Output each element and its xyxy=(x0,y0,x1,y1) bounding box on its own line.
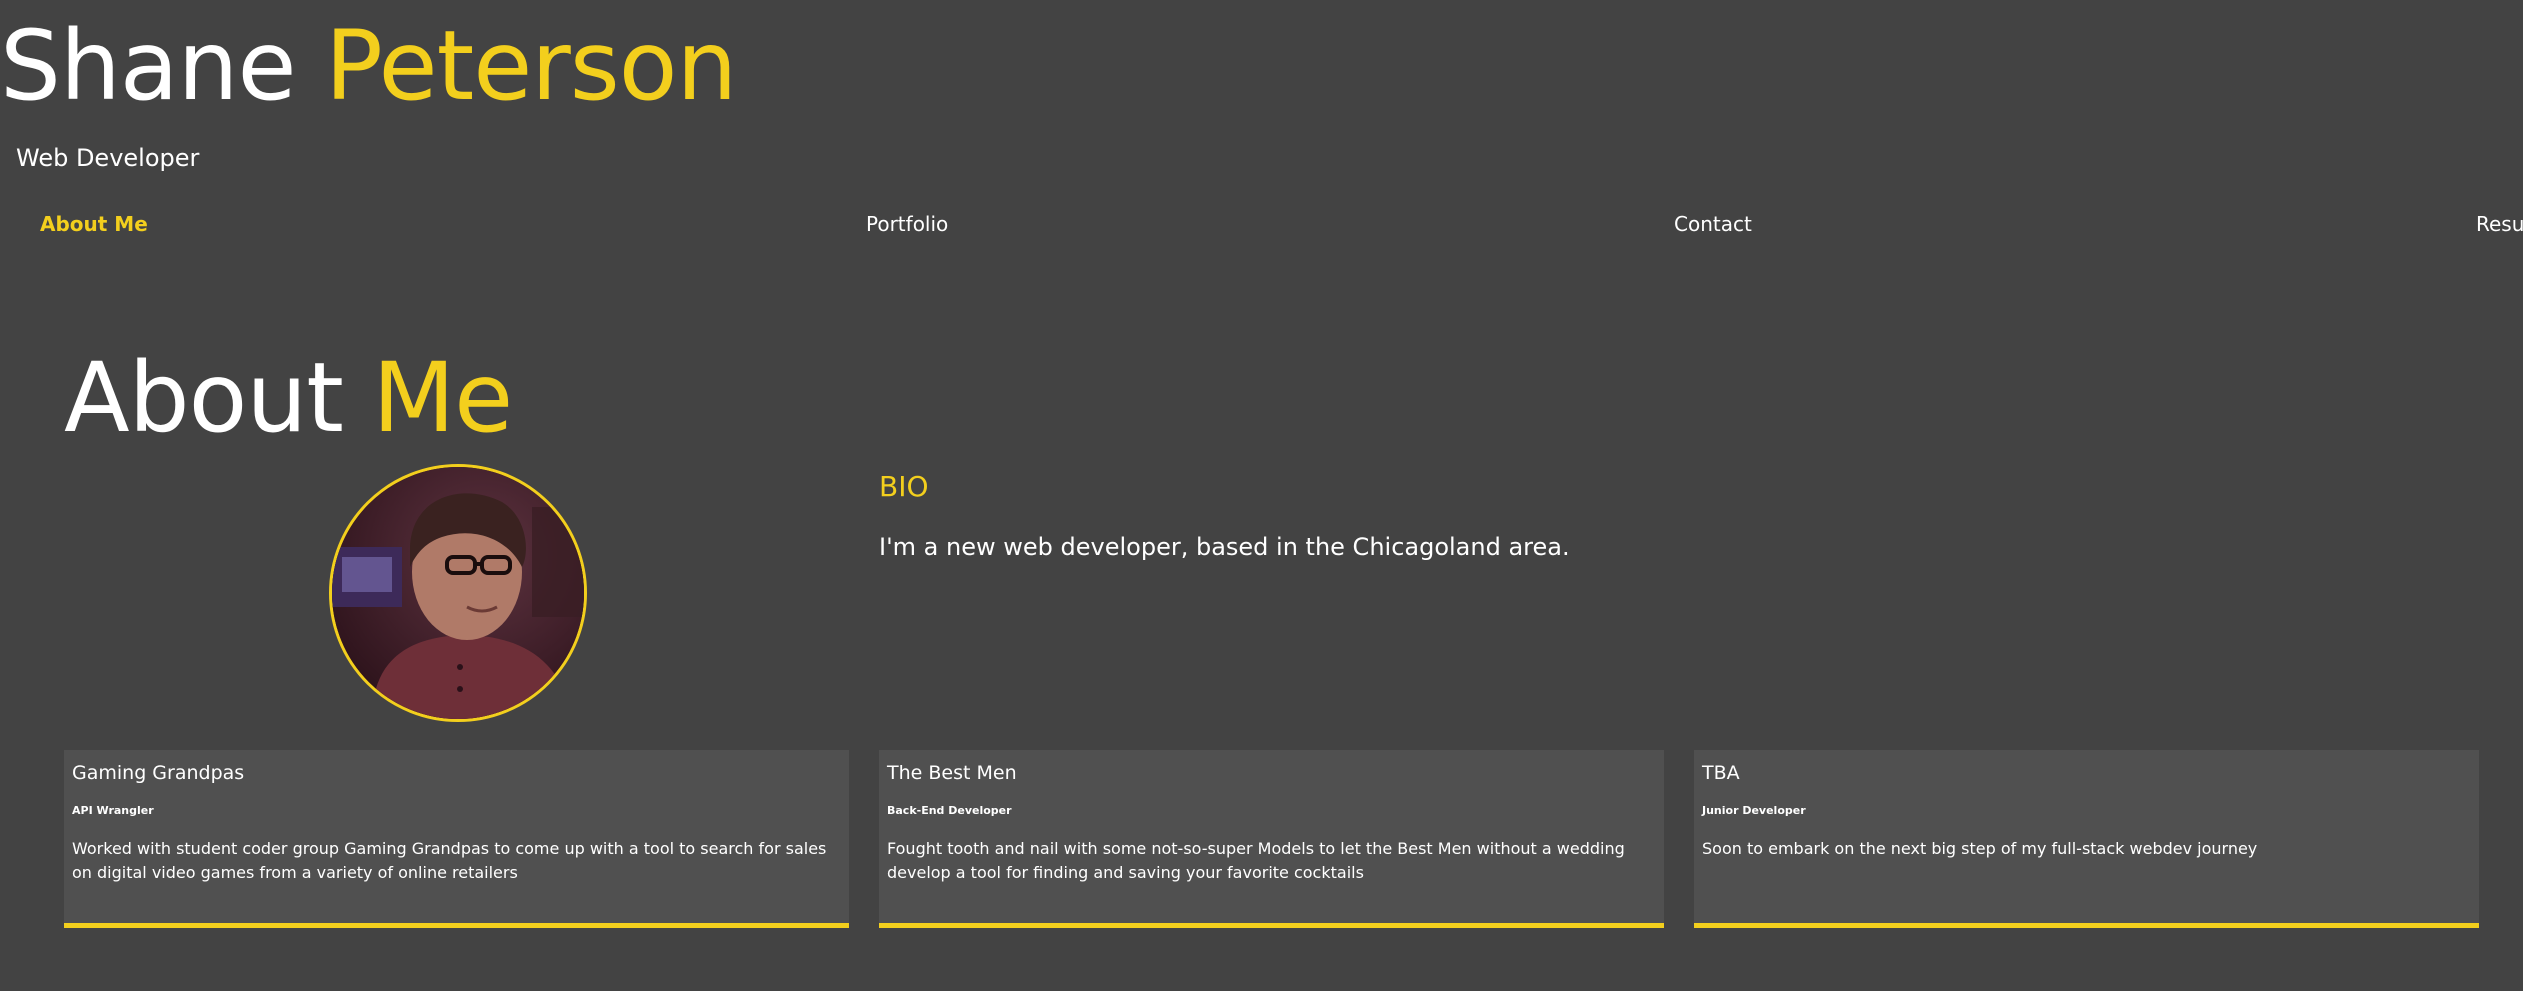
nav-item-about-me[interactable]: About Me xyxy=(40,212,148,236)
project-card-description: Worked with student coder group Gaming G… xyxy=(72,839,827,882)
project-card: Gaming Grandpas API Wrangler Worked with… xyxy=(64,750,849,928)
section-title-part1: About xyxy=(64,342,344,454)
nav-item-portfolio[interactable]: Portfolio xyxy=(866,212,948,236)
project-card-role: Junior Developer xyxy=(1702,804,1806,817)
profile-photo-image xyxy=(332,467,584,719)
site-subtitle: Web Developer xyxy=(16,144,200,172)
nav-item-contact[interactable]: Contact xyxy=(1674,212,1752,236)
site-title: Shane Peterson xyxy=(0,13,737,120)
bio-text: I'm a new web developer, based in the Ch… xyxy=(879,533,1570,561)
project-card-title: TBA xyxy=(1702,762,1740,784)
project-card: The Best Men Back-End Developer Fought t… xyxy=(879,750,1664,928)
bio-heading: BIO xyxy=(879,470,929,503)
site-title-last: Peterson xyxy=(325,10,737,122)
nav-item-resume[interactable]: Resume xyxy=(2476,212,2523,236)
project-card-description: Fought tooth and nail with some not-so-s… xyxy=(887,839,1625,882)
project-card-description: Soon to embark on the next big step of m… xyxy=(1702,839,2258,858)
project-card: TBA Junior Developer Soon to embark on t… xyxy=(1694,750,2479,928)
project-card-title: The Best Men xyxy=(887,762,1017,784)
main-nav: About Me Portfolio Contact Resume xyxy=(0,212,2523,242)
profile-photo xyxy=(329,464,587,722)
project-card-title: Gaming Grandpas xyxy=(72,762,245,784)
page: Shane Peterson Web Developer About Me Po… xyxy=(0,0,2523,991)
project-card-role: Back-End Developer xyxy=(887,804,1012,817)
section-title-part2: Me xyxy=(372,342,513,454)
section-title: About Me xyxy=(64,345,513,452)
site-title-first: Shane xyxy=(0,10,297,122)
project-card-role: API Wrangler xyxy=(72,804,154,817)
